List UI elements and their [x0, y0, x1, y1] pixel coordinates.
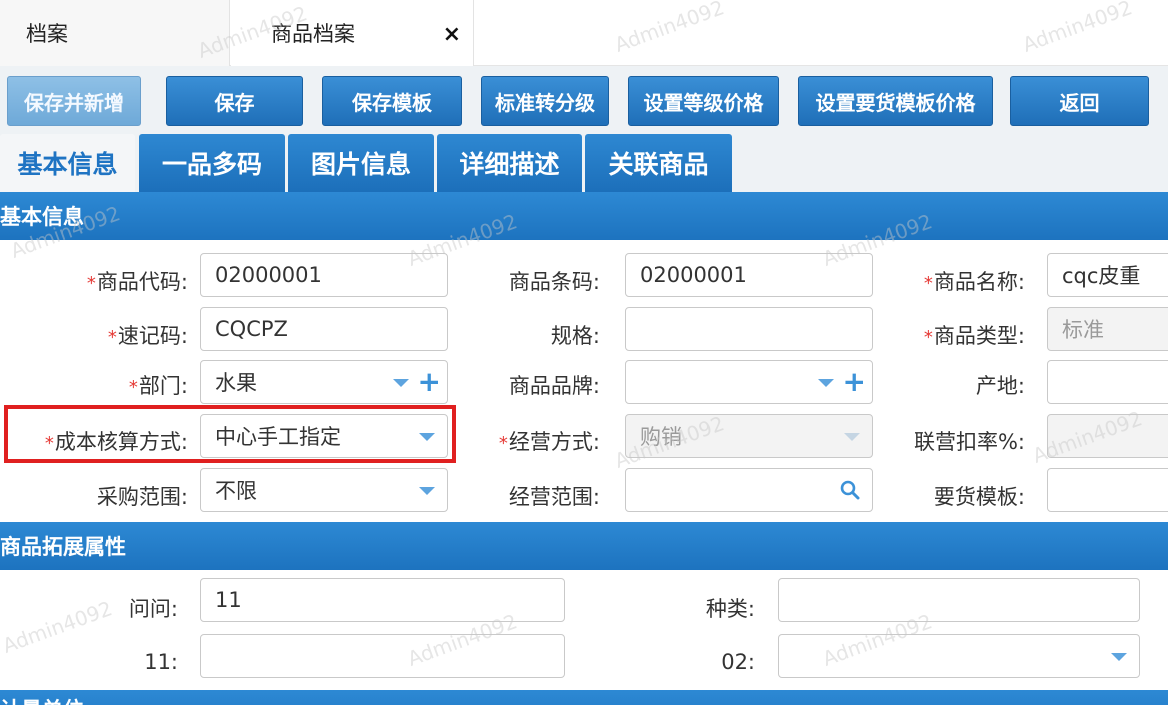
product-name-value: cqc皮重 — [1062, 264, 1141, 288]
cost-method-select[interactable]: 中心手工指定 — [200, 414, 448, 458]
ext-kind-input[interactable] — [778, 578, 1140, 622]
extension-section-header: 商品拓展属性 — [0, 522, 1168, 570]
product-type-label: *商品类型: — [885, 320, 1025, 350]
purchase-scope-value: 不限 — [215, 479, 257, 503]
chevron-down-icon — [844, 433, 860, 441]
required-mark: * — [923, 327, 933, 348]
save-and-new-button[interactable]: 保存并新增 — [7, 76, 141, 126]
requisition-template-input[interactable] — [1047, 468, 1168, 512]
product-code-label: *商品代码: — [60, 266, 188, 296]
origin-label: 产地: — [975, 374, 1025, 398]
origin-input[interactable] — [1047, 360, 1168, 404]
tab-multi-code[interactable]: 一品多码 — [139, 134, 285, 192]
add-icon[interactable]: + — [843, 368, 866, 396]
required-mark: * — [86, 273, 96, 294]
required-mark: * — [128, 377, 138, 398]
required-mark: * — [44, 433, 54, 454]
back-button[interactable]: 返回 — [1010, 76, 1149, 126]
basic-info-section-title: 基本信息 — [0, 205, 84, 229]
chevron-down-icon[interactable] — [419, 433, 435, 441]
tab-archive[interactable]: 档案 — [0, 0, 230, 66]
business-mode-label: *经营方式: — [460, 426, 600, 456]
set-requisition-template-price-button[interactable]: 设置要货模板价格 — [798, 76, 993, 126]
department-label-text: 部门: — [138, 374, 188, 398]
business-scope-input[interactable] — [625, 468, 873, 512]
cost-method-label: *成本核算方式: — [8, 426, 188, 456]
barcode-input[interactable]: 02000001 — [625, 253, 873, 297]
department-select[interactable]: 水果 + — [200, 360, 448, 404]
search-icon[interactable] — [840, 480, 860, 500]
chevron-down-icon[interactable] — [393, 379, 409, 387]
ext-question-label: 问问: — [128, 597, 178, 621]
product-type-input: 标准 — [1047, 307, 1168, 351]
barcode-label: 商品条码: — [508, 270, 600, 294]
joint-discount-input — [1047, 414, 1168, 458]
product-code-label-text: 商品代码: — [96, 270, 188, 294]
toolbar: 保存并新增 保存 保存模板 标准转分级 设置等级价格 设置要货模板价格 返回 — [0, 66, 1168, 134]
requisition-template-label: 要货模板: — [933, 485, 1025, 509]
business-mode-label-text: 经营方式: — [508, 430, 600, 454]
ext-02-select[interactable] — [778, 634, 1140, 678]
top-tab-strip: 档案 商品档案 × — [0, 0, 1168, 67]
required-mark: * — [107, 327, 117, 348]
chevron-down-icon[interactable] — [1111, 653, 1127, 661]
product-name-label-text: 商品名称: — [933, 270, 1025, 294]
required-mark: * — [498, 433, 508, 454]
product-code-input[interactable]: 02000001 — [200, 253, 448, 297]
brand-select[interactable]: + — [625, 360, 873, 404]
save-button[interactable]: 保存 — [166, 76, 303, 126]
tab-image-info[interactable]: 图片信息 — [288, 134, 434, 192]
tab-detail-desc[interactable]: 详细描述 — [437, 134, 582, 192]
set-grade-price-button[interactable]: 设置等级价格 — [628, 76, 779, 126]
purchase-scope-select[interactable]: 不限 — [200, 468, 448, 512]
unit-section-title: 计量单位 — [0, 694, 84, 705]
ext-kind-label: 种类: — [705, 597, 755, 621]
spec-label: 规格: — [550, 324, 600, 348]
tab-archive-label: 档案 — [26, 22, 68, 46]
product-name-input[interactable]: cqc皮重 — [1047, 253, 1168, 297]
ext-question-input[interactable]: 11 — [200, 578, 565, 622]
spec-input[interactable] — [625, 307, 873, 351]
add-icon[interactable]: + — [418, 368, 441, 396]
quick-code-value: CQCPZ — [215, 317, 288, 341]
barcode-value: 02000001 — [640, 263, 747, 287]
product-code-value: 02000001 — [215, 263, 322, 287]
ext-question-value: 11 — [215, 588, 242, 612]
chevron-down-icon[interactable] — [419, 487, 435, 495]
chevron-down-icon[interactable] — [818, 379, 834, 387]
ext-02-label: 02: — [721, 650, 755, 674]
unit-section-header: 计量单位 — [0, 690, 1168, 705]
extension-section-title: 商品拓展属性 — [0, 535, 126, 559]
quick-code-label-text: 速记码: — [117, 324, 188, 348]
purchase-scope-label: 采购范围: — [96, 485, 188, 509]
close-icon[interactable]: × — [443, 22, 461, 47]
product-type-value: 标准 — [1062, 318, 1104, 342]
business-mode-value: 购销 — [640, 425, 682, 449]
detail-tab-strip: 基本信息 一品多码 图片信息 详细描述 关联商品 — [0, 134, 1168, 192]
product-type-label-text: 商品类型: — [933, 324, 1025, 348]
ext-11-label: 11: — [144, 650, 178, 674]
required-mark: * — [923, 273, 933, 294]
save-template-button[interactable]: 保存模板 — [322, 76, 462, 126]
ext-11-input[interactable] — [200, 634, 565, 678]
product-name-label: *商品名称: — [885, 266, 1025, 296]
brand-label: 商品品牌: — [508, 374, 600, 398]
page: 档案 商品档案 × 保存并新增 保存 保存模板 标准转分级 设置等级价格 设置要… — [0, 0, 1168, 705]
quick-code-input[interactable]: CQCPZ — [200, 307, 448, 351]
tab-basic-info[interactable]: 基本信息 — [0, 134, 135, 192]
department-label: *部门: — [60, 370, 188, 400]
cost-method-label-text: 成本核算方式: — [54, 430, 188, 454]
quick-code-label: *速记码: — [60, 320, 188, 350]
cost-method-value: 中心手工指定 — [215, 425, 341, 449]
business-scope-label: 经营范围: — [508, 485, 600, 509]
tab-product-archive[interactable]: 商品档案 × — [231, 0, 474, 67]
standard-to-grade-button[interactable]: 标准转分级 — [481, 76, 609, 126]
tab-related-products[interactable]: 关联商品 — [585, 134, 732, 192]
basic-info-section-header: 基本信息 — [0, 192, 1168, 240]
joint-discount-label: 联营扣率%: — [913, 430, 1025, 454]
tab-product-archive-label: 商品档案 — [271, 22, 355, 46]
business-mode-select: 购销 — [625, 414, 873, 458]
